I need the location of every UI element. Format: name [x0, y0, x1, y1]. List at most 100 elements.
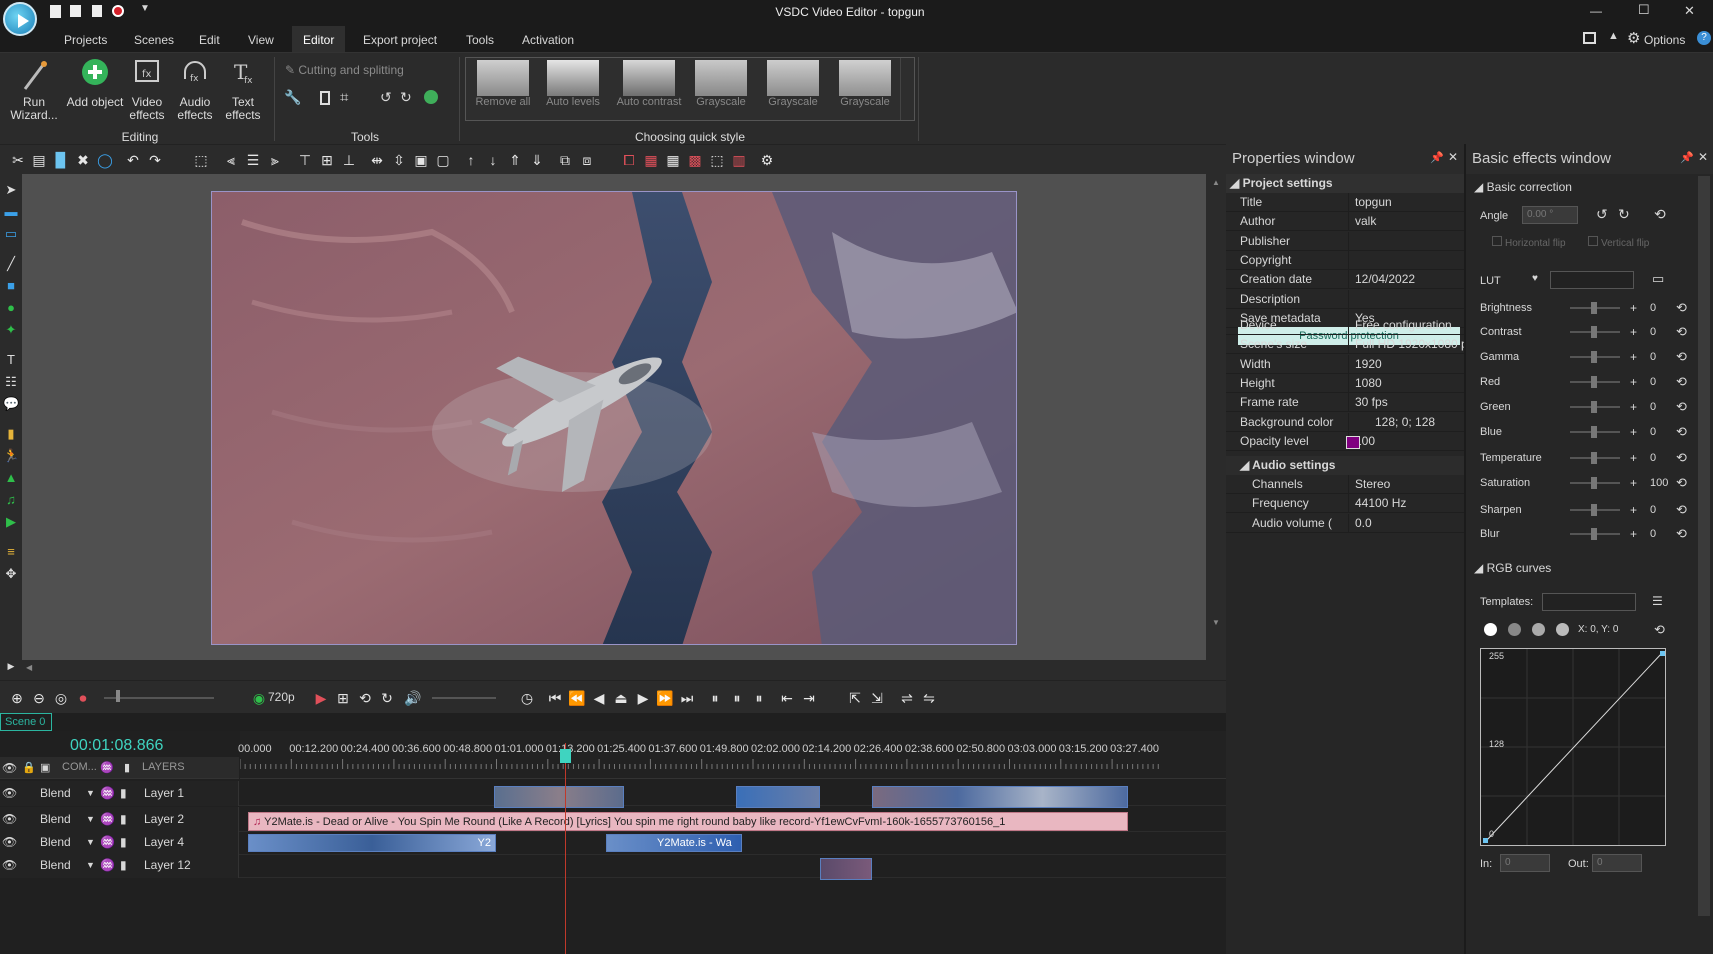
slider-blue[interactable]: Blue +0 ⟲	[1480, 422, 1690, 442]
menu-projects[interactable]: Projects	[53, 26, 118, 52]
property-value[interactable]: 0.0	[1348, 513, 1464, 533]
plus-icon[interactable]: +	[1630, 347, 1637, 367]
fast-forward-icon[interactable]: ⏩	[656, 689, 674, 707]
pointer-icon[interactable]: ➤	[3, 182, 19, 198]
layer4-clip-2[interactable]: Y2Mate.is - Wa	[606, 834, 742, 852]
new-project-icon[interactable]	[50, 5, 61, 18]
video-icon[interactable]: ▶	[3, 514, 19, 530]
angle-input[interactable]: 0.00 °	[1522, 206, 1578, 224]
property-row[interactable]: Creation date 12/04/2022	[1226, 270, 1464, 290]
export-icon[interactable]	[92, 5, 102, 17]
playhead-handle[interactable]	[560, 749, 571, 763]
layer-name[interactable]: Layer 1	[144, 781, 184, 806]
volume-icon[interactable]: 🔊	[404, 689, 422, 707]
plus-icon[interactable]: +	[1630, 422, 1637, 442]
audio-wave-icon[interactable]: ♒	[100, 761, 114, 774]
record-icon[interactable]	[112, 5, 124, 17]
add-object-button[interactable]: Add object	[66, 57, 124, 109]
vertical-flip-checkbox[interactable]: Vertical flip	[1588, 236, 1649, 249]
property-value[interactable]: 1920	[1348, 354, 1464, 374]
snap-icon[interactable]: ⧠	[620, 151, 638, 169]
align-left-icon[interactable]: ⫷	[222, 151, 240, 169]
mark-in-icon[interactable]: ⏸	[706, 689, 724, 707]
options-gear-icon[interactable]: ⚙	[1627, 29, 1640, 47]
close-effects-icon[interactable]: ✕	[1698, 150, 1708, 164]
mark-out-icon[interactable]: ⏸	[750, 689, 768, 707]
style-grayscale-3[interactable]: Grayscale	[832, 60, 898, 108]
snap-grid-icon[interactable]: ▦	[642, 151, 660, 169]
audio-icon[interactable]: ♫	[3, 492, 19, 508]
plus-icon[interactable]: +	[1630, 448, 1637, 468]
property-value[interactable]	[1348, 250, 1464, 270]
audio-wave-icon[interactable]: ♒	[100, 807, 115, 832]
curve-channel-green[interactable]	[1532, 623, 1545, 636]
property-row[interactable]: Title topgun	[1226, 193, 1464, 212]
property-value[interactable]: 12/04/2022	[1348, 270, 1464, 290]
grid-icon[interactable]: ▦	[664, 151, 682, 169]
paste-icon[interactable]: ▉	[52, 151, 70, 169]
undo-icon[interactable]: ↶	[124, 151, 142, 169]
ungroup-icon[interactable]: ⧈	[578, 151, 596, 169]
property-value[interactable]: 44100 Hz	[1348, 494, 1464, 514]
property-value[interactable]: Full HD 1920x1080 pix	[1348, 335, 1464, 355]
layer1-clip-2[interactable]	[736, 786, 820, 808]
visibility-icon[interactable]: 👁	[2, 781, 17, 806]
property-row[interactable]: Publisher	[1226, 231, 1464, 251]
property-value[interactable]	[1348, 289, 1464, 309]
rgb-curve-graph[interactable]: 255 128 0	[1480, 648, 1666, 846]
background-color-swatch[interactable]	[1346, 436, 1360, 449]
slider-knob[interactable]	[1591, 504, 1597, 516]
collapse-ribbon-icon[interactable]: ▲	[1608, 30, 1619, 42]
layout-icon[interactable]	[1583, 32, 1596, 44]
property-row[interactable]: Audio volume (0.0	[1226, 513, 1464, 533]
quick-access-dropdown-icon[interactable]: ▼	[140, 3, 150, 14]
reset-icon[interactable]: ⟲	[1676, 500, 1687, 520]
reset-angle-icon[interactable]: ⟲	[1654, 206, 1666, 223]
slider-knob[interactable]	[1591, 401, 1597, 413]
next-marker-icon[interactable]: ⇥	[800, 689, 818, 707]
prev-marker-icon[interactable]: ⇤	[778, 689, 796, 707]
visibility-icon[interactable]: 👁	[2, 807, 17, 832]
chevron-down-icon[interactable]: ▼	[86, 807, 95, 832]
resolution-dropdown[interactable]: 720p	[268, 690, 295, 704]
chart-icon[interactable]: ▮	[3, 426, 19, 442]
menu-edit[interactable]: Edit	[188, 26, 231, 52]
slider-knob[interactable]	[1591, 528, 1597, 540]
slider-sharpen[interactable]: Sharpen +0 ⟲	[1480, 500, 1690, 520]
preview-horizontal-scrollbar[interactable]: ◀	[22, 660, 1206, 680]
cutting-splitting-button[interactable]: ✎ Cutting and splitting	[285, 63, 404, 77]
slider-red[interactable]: Red +0 ⟲	[1480, 372, 1690, 392]
layer-menu-icon[interactable]: ▮	[120, 807, 127, 832]
folder-icon[interactable]: ▭	[1652, 271, 1664, 287]
move-down-icon[interactable]: ↓	[484, 151, 502, 169]
reset-icon[interactable]: ⟲	[1676, 397, 1687, 417]
curve-channel-white[interactable]	[1484, 623, 1497, 636]
move-top-icon[interactable]: ⇑	[506, 151, 524, 169]
options-button[interactable]: Options	[1644, 33, 1685, 47]
play-red-icon[interactable]: ▶	[312, 689, 330, 707]
audio-clip[interactable]: ♫ Y2Mate.is - Dead or Alive - You Spin M…	[248, 812, 1128, 831]
visibility-icon[interactable]: 👁	[2, 830, 17, 855]
reset-icon[interactable]: ⟲	[1676, 298, 1687, 318]
track-header[interactable]: 👁 Blend ▼ ♒ ▮ Layer 1	[0, 781, 239, 806]
layer12-clip-1[interactable]	[820, 858, 872, 880]
align-bottom-icon[interactable]: ⊥	[340, 151, 358, 169]
app-logo-icon[interactable]	[3, 2, 37, 36]
spectrum-icon[interactable]: ≡	[3, 544, 19, 560]
move-icon[interactable]: ✥	[3, 566, 19, 582]
clock-icon[interactable]: ◷	[518, 689, 536, 707]
basic-correction-header[interactable]: ◢ Basic correction	[1474, 180, 1572, 194]
ellipse-icon[interactable]: ●	[3, 300, 19, 316]
stabilize-icon[interactable]	[424, 90, 438, 104]
plus-icon[interactable]: +	[1630, 298, 1637, 318]
reset-icon[interactable]: ⟲	[1676, 347, 1687, 367]
layer-menu-icon[interactable]: ▮	[120, 853, 127, 878]
slider-knob[interactable]	[1591, 302, 1597, 314]
wrench-icon[interactable]: 🔧	[284, 89, 301, 106]
save-icon[interactable]	[70, 5, 81, 17]
preview-vertical-scrollbar[interactable]: ▲ ▼	[1206, 174, 1226, 680]
go-end-icon[interactable]: ⏭	[678, 689, 696, 707]
slider-blur[interactable]: Blur +0 ⟲	[1480, 524, 1690, 544]
property-value[interactable]: topgun	[1348, 193, 1464, 212]
slider-gamma[interactable]: Gamma +0 ⟲	[1480, 347, 1690, 367]
